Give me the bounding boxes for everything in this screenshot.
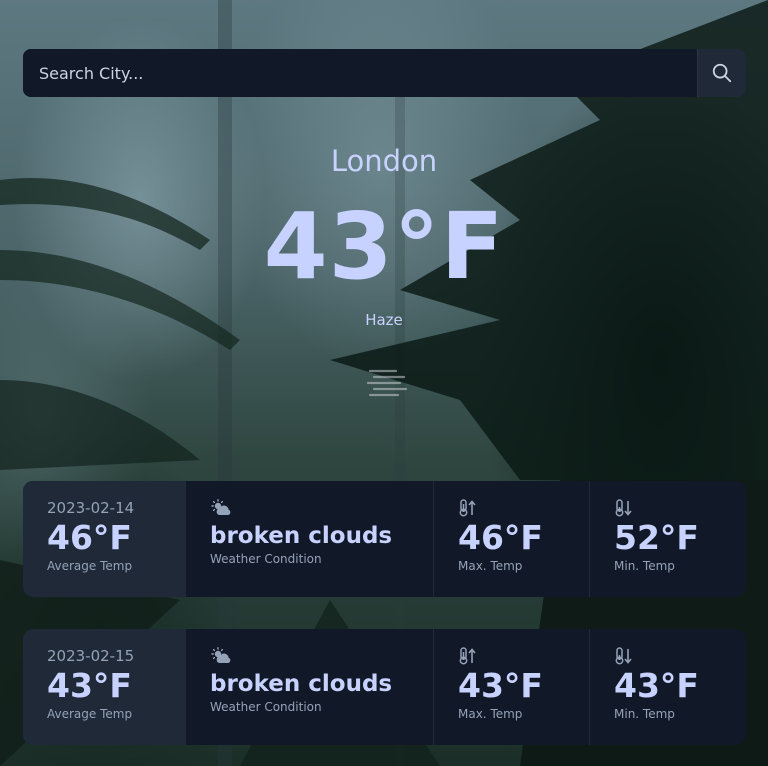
min-temp: 43°F — [614, 666, 699, 705]
current-condition: Haze — [365, 311, 403, 329]
forecast-condition: broken clouds — [210, 671, 393, 697]
average-temp: 46°F — [47, 518, 132, 557]
min-temp-label: Min. Temp — [614, 559, 675, 573]
forecast-date-cell: 2023-02-14 46°F Average Temp — [23, 481, 186, 597]
forecast-date: 2023-02-14 — [47, 499, 135, 517]
search-input[interactable] — [23, 49, 697, 97]
city-name: London — [330, 144, 438, 178]
max-temp-label: Max. Temp — [458, 707, 523, 721]
forecast-row: 2023-02-15 43°F Average Temp broken clou… — [23, 629, 746, 745]
thermometer-up-icon — [459, 499, 476, 517]
forecast-date-cell: 2023-02-15 43°F Average Temp — [23, 629, 186, 745]
average-temp: 43°F — [47, 666, 132, 705]
current-temperature: 43°F — [263, 193, 505, 300]
search-icon — [712, 63, 732, 83]
average-temp-label: Average Temp — [47, 707, 133, 721]
weather-app: London 43°F Haze 2023-02-14 46°F Average… — [0, 0, 768, 766]
max-temp: 43°F — [458, 666, 543, 705]
max-temp: 46°F — [458, 518, 543, 557]
forecast-condition-cell: broken clouds Weather Condition — [186, 629, 434, 745]
thermometer-down-icon — [615, 499, 632, 517]
weather-condition-label: Weather Condition — [210, 552, 322, 566]
weather-condition-label: Weather Condition — [210, 700, 322, 714]
cloud-sun-icon — [211, 499, 231, 515]
thermometer-down-icon — [615, 647, 632, 665]
haze-icon — [366, 369, 408, 397]
search-bar — [23, 49, 746, 97]
min-temp-label: Min. Temp — [614, 707, 675, 721]
cloud-sun-icon — [211, 647, 231, 663]
thermometer-up-icon — [459, 647, 476, 665]
search-button[interactable] — [697, 49, 746, 97]
forecast-condition: broken clouds — [210, 523, 393, 549]
forecast-max-cell: 46°F Max. Temp — [434, 481, 590, 597]
forecast-min-cell: 43°F Min. Temp — [590, 629, 746, 745]
forecast-max-cell: 43°F Max. Temp — [434, 629, 590, 745]
average-temp-label: Average Temp — [47, 559, 133, 573]
max-temp-label: Max. Temp — [458, 559, 523, 573]
min-temp: 52°F — [614, 518, 699, 557]
forecast-row: 2023-02-14 46°F Average Temp broken clou… — [23, 481, 746, 597]
forecast-min-cell: 52°F Min. Temp — [590, 481, 746, 597]
forecast-condition-cell: broken clouds Weather Condition — [186, 481, 434, 597]
forecast-date: 2023-02-15 — [47, 647, 135, 665]
